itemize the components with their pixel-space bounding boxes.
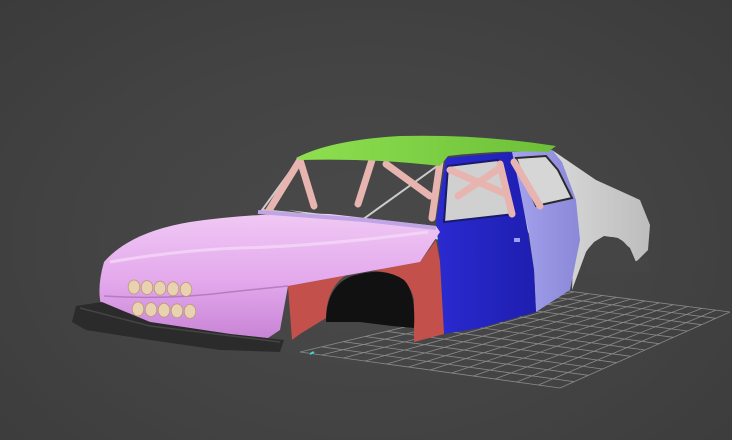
- headlight: [166, 281, 180, 297]
- headlight: [131, 301, 145, 317]
- headlight: [144, 302, 158, 318]
- door-handle: [514, 238, 520, 242]
- headlight: [179, 281, 193, 297]
- windshield-frame: [260, 157, 441, 222]
- headlight: [153, 280, 167, 296]
- headlight: [127, 279, 141, 295]
- viewport-canvas[interactable]: [0, 0, 732, 440]
- 3d-viewport[interactable]: [0, 0, 732, 440]
- headlight: [183, 303, 197, 319]
- headlight: [170, 303, 184, 319]
- headlight: [157, 302, 171, 318]
- headlight: [140, 280, 154, 296]
